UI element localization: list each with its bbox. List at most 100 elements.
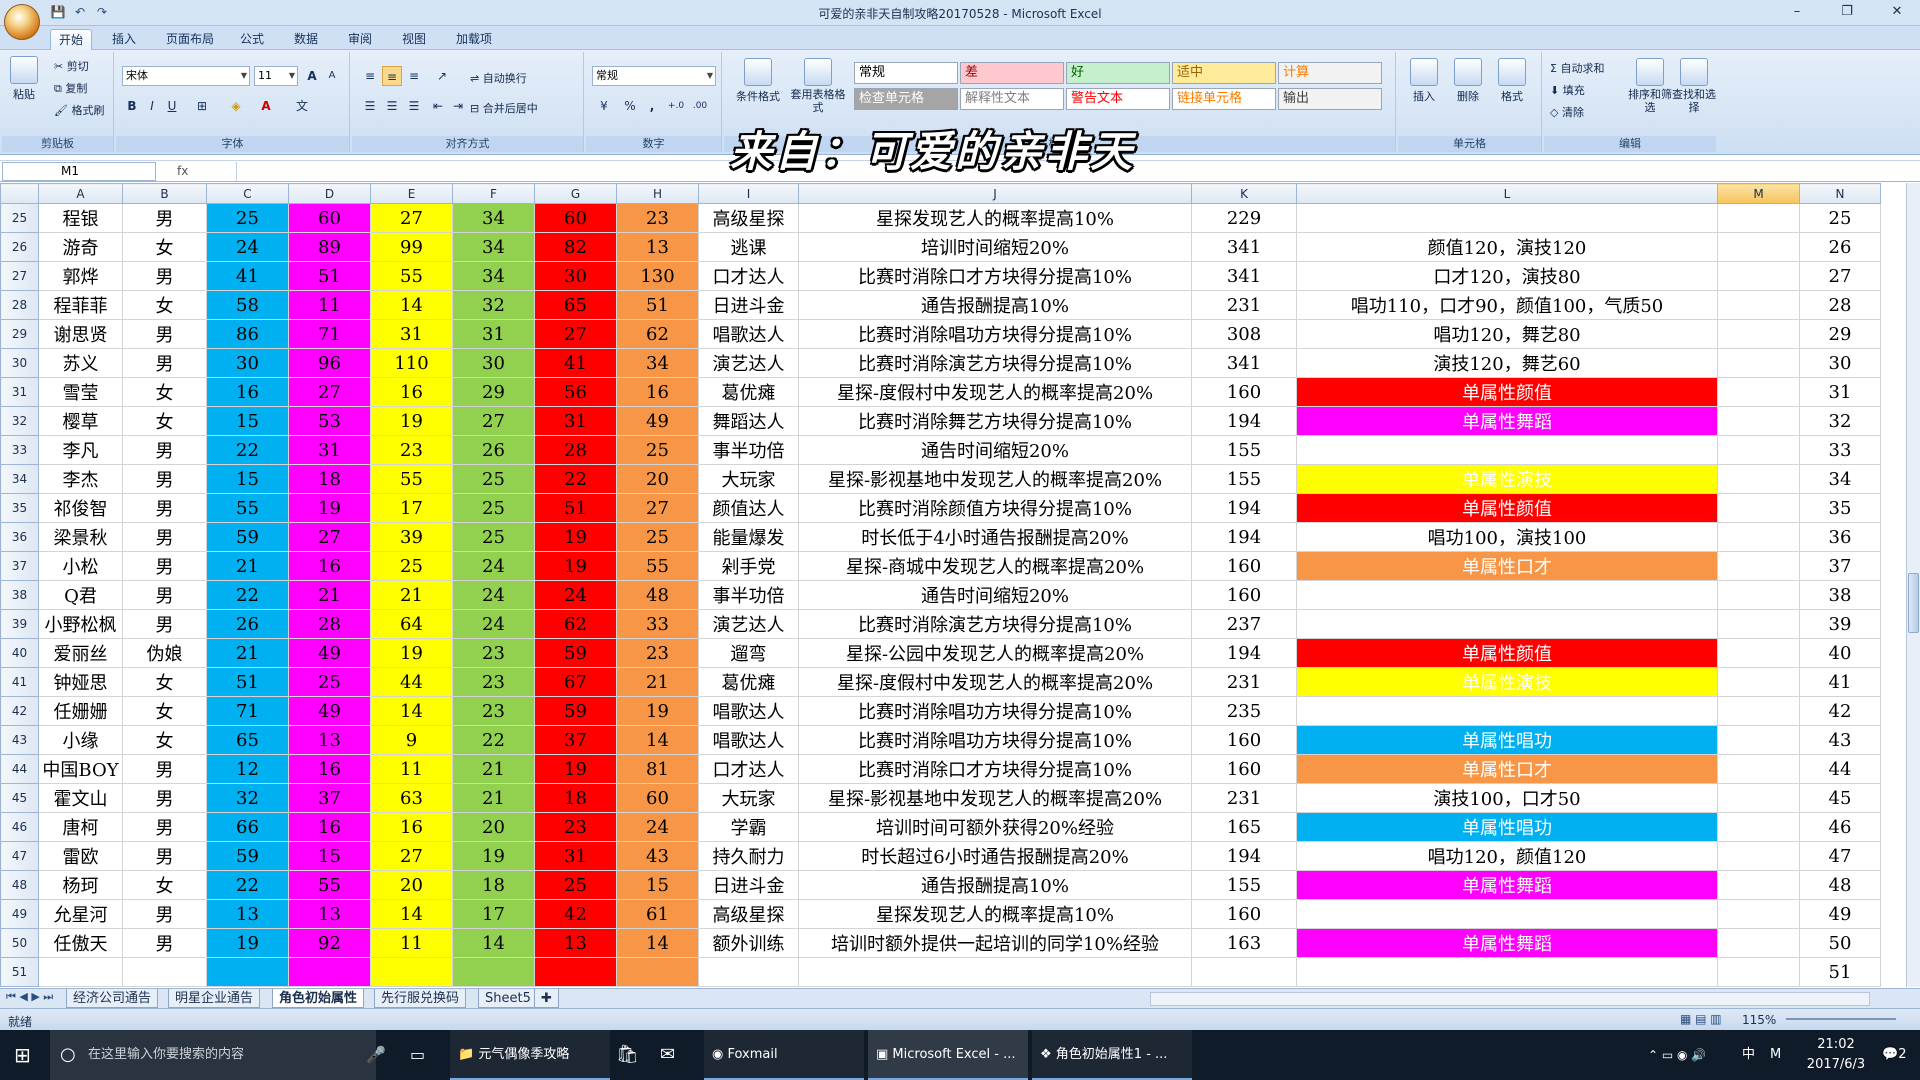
cell-h[interactable]: 20 <box>616 464 699 494</box>
sheet-tab[interactable]: 明星企业通告 <box>168 989 261 1008</box>
cell-e[interactable]: 11 <box>370 928 453 958</box>
cell-a[interactable]: 谢思贤 <box>38 319 123 349</box>
cell-k[interactable]: 165 <box>1191 812 1297 842</box>
cell-f[interactable] <box>452 957 535 987</box>
cell-b[interactable]: 男 <box>122 348 207 378</box>
cell-d[interactable]: 55 <box>288 870 371 900</box>
cell-b[interactable]: 男 <box>122 899 207 929</box>
cell-style-swatch[interactable]: 好 <box>1066 62 1170 84</box>
cell-l[interactable] <box>1296 696 1718 726</box>
cell-h[interactable]: 24 <box>616 812 699 842</box>
increase-indent-icon[interactable]: ⇥ <box>448 96 468 116</box>
cell-l[interactable] <box>1296 609 1718 639</box>
tab-review[interactable]: 审阅 <box>340 29 380 50</box>
cell-b[interactable]: 男 <box>122 493 207 523</box>
cell-j[interactable]: 星探-度假村中发现艺人的概率提高20% <box>798 377 1192 407</box>
row-header[interactable]: 45 <box>0 783 39 813</box>
cell-c[interactable]: 22 <box>206 435 289 465</box>
cell-f[interactable]: 22 <box>452 725 535 755</box>
taskbar-item-folder[interactable]: 📁 元气偶像季攻略 <box>450 1030 610 1080</box>
cell-f[interactable]: 24 <box>452 551 535 581</box>
cell-d[interactable]: 16 <box>288 754 371 784</box>
vertical-scrollbar[interactable] <box>1906 183 1920 987</box>
cell-e[interactable]: 11 <box>370 754 453 784</box>
cell-m[interactable] <box>1717 899 1800 929</box>
find-select-button[interactable]: 查找和选择 <box>1672 58 1716 114</box>
cell-e[interactable]: 39 <box>370 522 453 552</box>
shrink-font-button[interactable]: A <box>322 66 342 86</box>
cell-n[interactable]: 33 <box>1799 435 1881 465</box>
row-header[interactable]: 30 <box>0 348 39 378</box>
cell-i[interactable]: 能量爆发 <box>698 522 799 552</box>
cell-a[interactable]: 雪莹 <box>38 377 123 407</box>
cell-m[interactable] <box>1717 290 1800 320</box>
column-header-b[interactable]: B <box>122 183 207 204</box>
cell-b[interactable]: 男 <box>122 203 207 233</box>
cell-k[interactable]: 155 <box>1191 464 1297 494</box>
cell-a[interactable]: 李杰 <box>38 464 123 494</box>
cell-a[interactable]: 梁景秋 <box>38 522 123 552</box>
cell-b[interactable]: 男 <box>122 261 207 291</box>
cell-e[interactable]: 19 <box>370 638 453 668</box>
cell-e[interactable]: 19 <box>370 406 453 436</box>
horizontal-scrollbar[interactable] <box>1150 992 1870 1006</box>
cell-e[interactable]: 110 <box>370 348 453 378</box>
row-header[interactable]: 50 <box>0 928 39 958</box>
cell-e[interactable]: 55 <box>370 261 453 291</box>
cell-n[interactable]: 30 <box>1799 348 1881 378</box>
cell-l[interactable]: 唱功120，舞艺80 <box>1296 319 1718 349</box>
cell-e[interactable]: 25 <box>370 551 453 581</box>
row-header[interactable]: 42 <box>0 696 39 726</box>
clock-time[interactable]: 21:02 <box>1806 1035 1866 1055</box>
cell-k[interactable]: 194 <box>1191 638 1297 668</box>
cell-h[interactable]: 60 <box>616 783 699 813</box>
cell-m[interactable] <box>1717 377 1800 407</box>
increase-decimal-button[interactable]: +.0 <box>666 96 686 116</box>
cell-m[interactable] <box>1717 464 1800 494</box>
cell-i[interactable]: 遛弯 <box>698 638 799 668</box>
cell-b[interactable] <box>122 957 207 987</box>
cell-i[interactable]: 舞蹈达人 <box>698 406 799 436</box>
cell-f[interactable]: 27 <box>452 406 535 436</box>
cell-e[interactable]: 23 <box>370 435 453 465</box>
cell-k[interactable]: 160 <box>1191 725 1297 755</box>
taskbar-item-excel[interactable]: ▣ Microsoft Excel - ... <box>868 1030 1028 1080</box>
cell-m[interactable] <box>1717 696 1800 726</box>
cell-i[interactable]: 唱歌达人 <box>698 696 799 726</box>
store-icon[interactable]: 🛍 <box>616 1030 639 1080</box>
fill-button[interactable]: ⬇ 填充 <box>1550 82 1585 98</box>
cell-e[interactable] <box>370 957 453 987</box>
cell-a[interactable]: 苏义 <box>38 348 123 378</box>
cell-j[interactable]: 比赛时消除唱功方块得分提高10% <box>798 725 1192 755</box>
cell-f[interactable]: 21 <box>452 754 535 784</box>
orientation-icon[interactable]: ↗ <box>432 66 452 86</box>
cell-n[interactable]: 35 <box>1799 493 1881 523</box>
cell-g[interactable]: 31 <box>534 406 617 436</box>
notification-icon[interactable]: 💬2 <box>1882 1030 1906 1080</box>
cell-e[interactable]: 27 <box>370 203 453 233</box>
cell-c[interactable]: 71 <box>206 696 289 726</box>
bold-button[interactable]: B <box>122 96 142 116</box>
cell-g[interactable]: 82 <box>534 232 617 262</box>
cell-n[interactable]: 50 <box>1799 928 1881 958</box>
cell-f[interactable]: 24 <box>452 580 535 610</box>
worksheet-grid[interactable]: ABCDEFGHIJKLMN 25 程银男 25 60 27 34 60 23 高级星探 星探发现… <box>0 183 1906 987</box>
cell-l[interactable] <box>1296 957 1718 987</box>
cell-n[interactable]: 36 <box>1799 522 1881 552</box>
cell-a[interactable]: 李凡 <box>38 435 123 465</box>
cell-k[interactable]: 160 <box>1191 899 1297 929</box>
tab-insert[interactable]: 插入 <box>104 29 144 50</box>
cell-c[interactable]: 12 <box>206 754 289 784</box>
cell-e[interactable]: 64 <box>370 609 453 639</box>
cell-c[interactable]: 16 <box>206 377 289 407</box>
cell-i[interactable]: 额外训练 <box>698 928 799 958</box>
cell-m[interactable] <box>1717 522 1800 552</box>
cell-b[interactable]: 男 <box>122 783 207 813</box>
cell-f[interactable]: 19 <box>452 841 535 871</box>
cell-style-swatch[interactable]: 常规 <box>854 62 958 84</box>
cell-j[interactable]: 星探发现艺人的概率提高10% <box>798 203 1192 233</box>
percent-button[interactable]: % <box>620 96 640 116</box>
cell-j[interactable]: 通告时间缩短20% <box>798 435 1192 465</box>
cell-j[interactable]: 比赛时消除演艺方块得分提高10% <box>798 348 1192 378</box>
number-format-select[interactable]: 常规 ▼ <box>592 66 716 86</box>
